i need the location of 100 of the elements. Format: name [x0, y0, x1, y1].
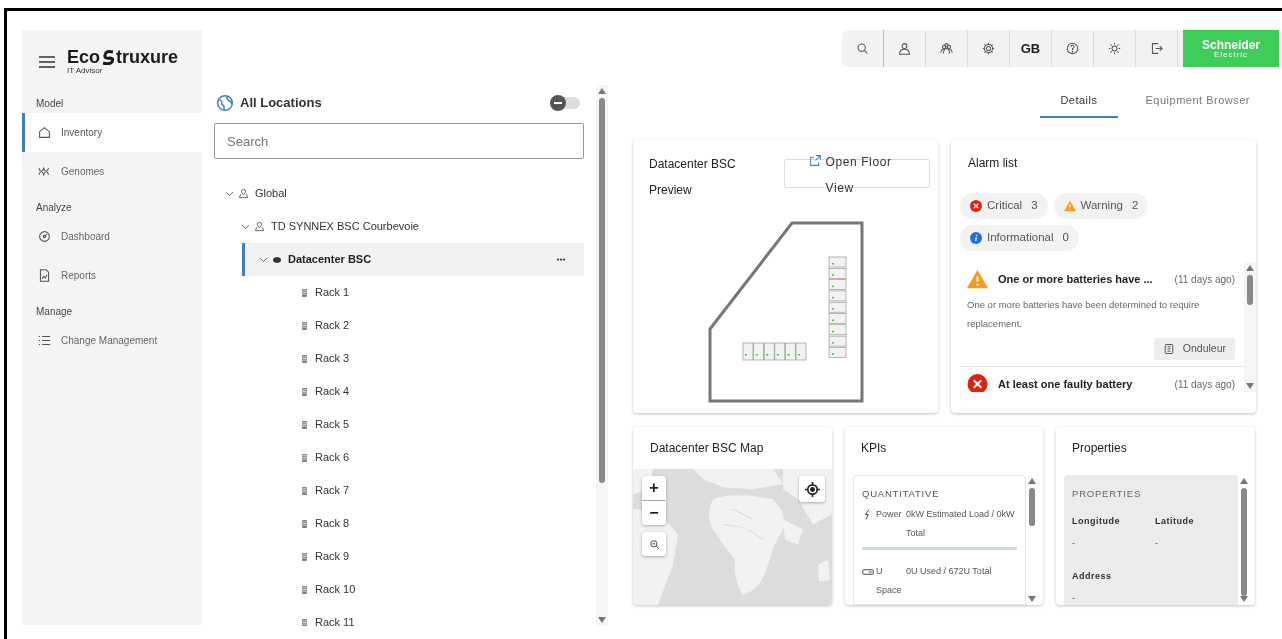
tree-item[interactable]: Rack 1: [214, 276, 584, 309]
tree-item[interactable]: Rack 7: [214, 474, 584, 507]
brand-subtitle: Electric: [1213, 50, 1249, 59]
tree-label: Rack 7: [315, 483, 350, 499]
section-heading: QUANTITATIVE: [862, 487, 941, 501]
rack-icon: [300, 584, 309, 595]
globe-icon: [216, 94, 234, 112]
section-heading: Analyze: [35, 201, 73, 215]
field-value: -: [1072, 591, 1076, 605]
zoom-out-button[interactable]: −: [642, 501, 666, 525]
tree-label: Rack 9: [315, 549, 350, 565]
crosshair-icon: [804, 481, 820, 497]
tree-item[interactable]: Rack 11: [214, 606, 584, 626]
tree-item[interactable]: Global: [214, 177, 584, 210]
warning-icon: [967, 269, 988, 289]
sidebar-item[interactable]: Change Management: [22, 321, 202, 360]
brand-name: Schneider: [1202, 38, 1260, 51]
tree-label: Rack 3: [315, 351, 350, 367]
locate-button[interactable]: [799, 476, 825, 502]
tab[interactable]: Details: [1040, 85, 1118, 118]
section-heading: Model: [35, 97, 65, 111]
user-icon: [898, 42, 911, 55]
sidebar-item[interactable]: Dashboard: [22, 217, 202, 256]
tree-label: Rack 1: [315, 285, 350, 301]
card-title: Properties: [1071, 440, 1128, 457]
logo-text: Eco: [67, 48, 100, 66]
panel-title: All Locations: [240, 94, 322, 113]
zoom-area-button[interactable]: [642, 532, 666, 556]
scrollbar[interactable]: [1244, 262, 1256, 392]
tab[interactable]: Equipment Browser: [1125, 85, 1270, 118]
language-button[interactable]: GB: [1010, 30, 1052, 67]
warning-icon: [1063, 200, 1076, 212]
section-heading: PROPERTIES: [1072, 487, 1143, 501]
list-icon: [38, 334, 51, 347]
rack-icon: [300, 419, 309, 430]
menu-button[interactable]: [38, 53, 56, 70]
tree-label: Rack 10: [315, 582, 356, 598]
logo-text: truxure: [116, 48, 179, 66]
device-tag[interactable]: Onduleur: [1153, 338, 1235, 360]
house-icon: [38, 126, 51, 139]
search-icon: [856, 42, 869, 55]
tree-label: Rack 6: [315, 450, 350, 466]
tree-item[interactable]: Rack 9: [214, 540, 584, 573]
zoom-in-button[interactable]: +: [642, 476, 666, 500]
external-link-icon: [808, 154, 822, 167]
rack-icon: [300, 452, 309, 463]
kpi-label: U Space: [876, 565, 903, 598]
sidebar-item[interactable]: Reports: [22, 256, 202, 295]
rack-icon: [300, 353, 309, 364]
tree-item[interactable]: Rack 3: [214, 342, 584, 375]
alarm-time: (11 days ago): [1174, 272, 1235, 287]
gauge-icon: [38, 230, 51, 243]
tree-label: Rack 2: [315, 318, 350, 334]
tree-item[interactable]: Rack 8: [214, 507, 584, 540]
field-value: -: [1155, 536, 1159, 550]
tree-item[interactable]: Rack 2: [214, 309, 584, 342]
help-icon: [1066, 42, 1079, 55]
kpi-label: Power: [876, 508, 903, 522]
field-label: Longitude: [1072, 515, 1121, 529]
alarm-title[interactable]: At least one faulty battery: [998, 375, 1165, 392]
alarm-description: One or more batteries have been determined to require replacement.: [966, 298, 1201, 331]
tree-item[interactable]: Datacenter BSC: [242, 243, 584, 276]
alarm-filter-chip[interactable]: Informational 0: [960, 225, 1079, 251]
error-icon: [967, 374, 988, 392]
logo-subtitle: IT Advisor: [67, 67, 104, 75]
tree-item[interactable]: TD SYNNEX BSC Courbevoie: [214, 210, 584, 243]
section-heading: Manage: [35, 305, 74, 319]
error-icon: [970, 200, 982, 212]
field-label: Latitude: [1155, 515, 1195, 529]
dna-icon: [38, 165, 51, 178]
tree-item[interactable]: Rack 5: [214, 408, 584, 441]
tree-label: Rack 11: [315, 615, 355, 626]
field-label: Address: [1072, 570, 1113, 584]
alarm-time: (11 days ago): [1174, 377, 1235, 392]
tree-item[interactable]: Rack 6: [214, 441, 584, 474]
report-icon: [38, 269, 51, 282]
rack-icon: [300, 617, 309, 626]
alarm-filter-chip[interactable]: Critical 3: [960, 193, 1048, 219]
sidebar-item[interactable]: Genomes: [22, 152, 202, 191]
rack-icon: [300, 551, 309, 562]
group-icon: [940, 42, 953, 55]
rack-icon: [300, 386, 309, 397]
building-icon: [254, 221, 265, 232]
tree-label: TD SYNNEX BSC Courbevoie: [271, 219, 419, 235]
more-icon[interactable]: [556, 258, 566, 261]
search-field[interactable]: Search: [214, 123, 584, 159]
tree-item[interactable]: Rack 4: [214, 375, 584, 408]
field-value: -: [1072, 536, 1076, 550]
card-title: KPIs: [860, 440, 888, 457]
toggle-switch[interactable]: [550, 97, 580, 109]
sidebar-item[interactable]: Inventory: [22, 113, 202, 152]
magnifier-icon: [648, 538, 660, 550]
tree-label: Rack 5: [315, 417, 350, 433]
alarm-title[interactable]: One or more batteries have ...: [998, 270, 1165, 288]
kpi-value: 0U Used / 672U Total: [906, 565, 993, 579]
tree-item[interactable]: Rack 10: [214, 573, 584, 606]
alarm-filter-chip[interactable]: Warning 2: [1053, 193, 1149, 219]
settings-icon: [982, 42, 995, 55]
device-icon: [1162, 343, 1175, 355]
rack-icon: [300, 287, 309, 298]
